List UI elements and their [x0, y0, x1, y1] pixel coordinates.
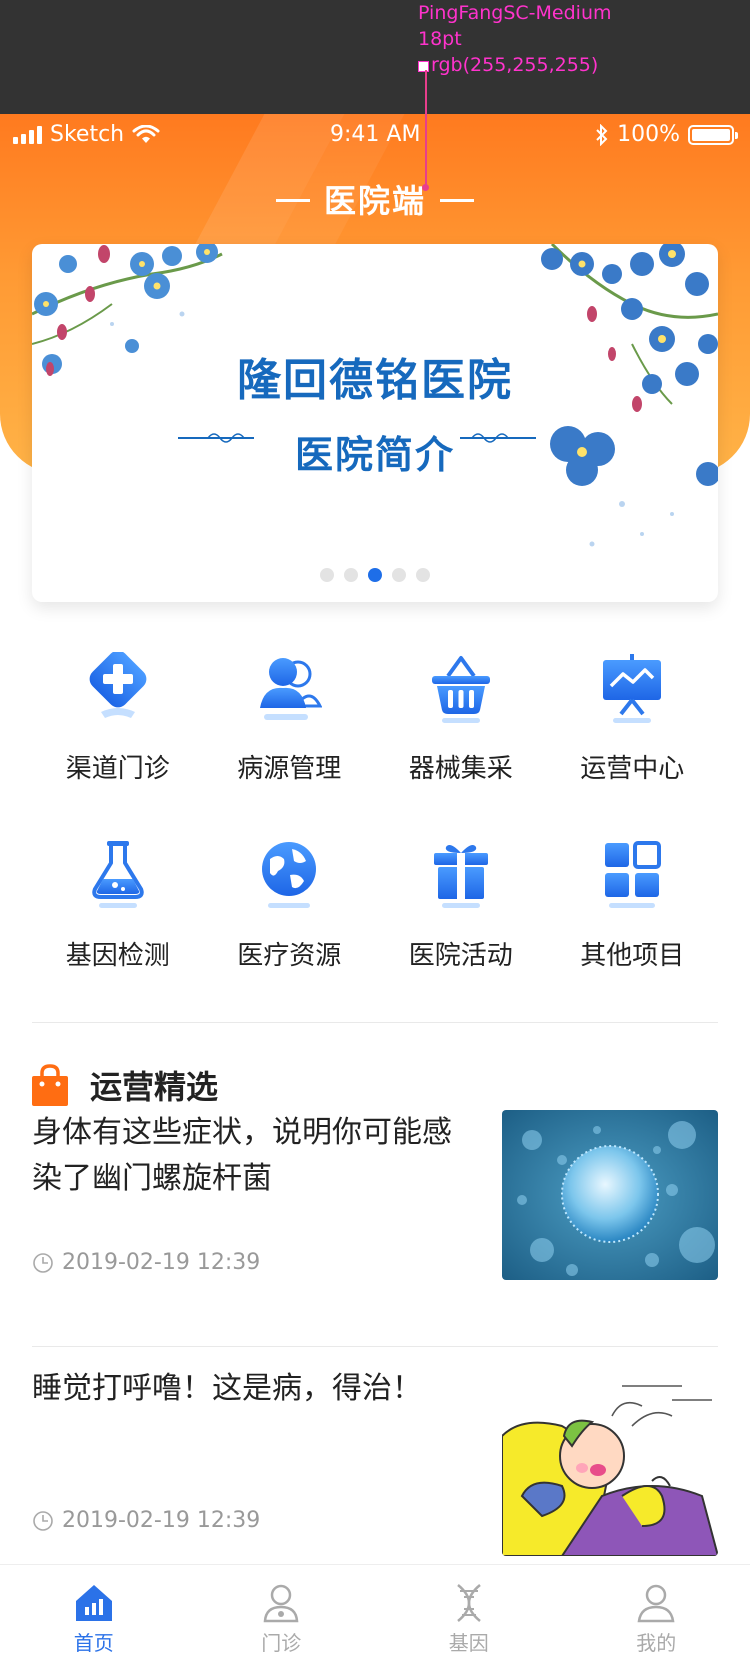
page-title: 医院端	[0, 176, 750, 222]
banner-subtitle: 医院简介	[294, 432, 455, 477]
tab-profile[interactable]: 我的	[563, 1565, 750, 1664]
dna-icon	[456, 1584, 481, 1622]
article-title: 睡觉打呼噜！这是病，得治！	[32, 1371, 422, 1406]
carrier-name: Sketch	[50, 122, 125, 147]
bluetooth-icon	[596, 123, 608, 146]
bottom-tab-bar: 首页 门诊 基因 我的	[0, 1564, 750, 1664]
app-screen: PingFangSC-Medium 18pt rgb(255,255,255) …	[0, 0, 750, 1664]
tab-gene[interactable]: 基因	[375, 1565, 563, 1664]
menu-item-medical-resources[interactable]: 医疗资源	[204, 837, 376, 972]
carousel-dot[interactable]	[392, 568, 406, 582]
carousel-dot[interactable]	[416, 568, 430, 582]
home-chart-icon	[75, 1585, 112, 1621]
carousel-dot-active[interactable]	[368, 568, 382, 582]
tab-label: 基因	[448, 1631, 489, 1655]
article-title: 身体有这些症状，说明你可能感染了幽门螺旋杆菌	[32, 1115, 452, 1196]
article-time: 2019-02-19 12:39	[62, 1508, 261, 1533]
article-thumbnail-bacteria	[502, 1110, 718, 1280]
section-divider	[32, 1022, 718, 1023]
tab-label: 我的	[636, 1631, 677, 1655]
article-meta: 2019-02-19 12:39	[32, 1250, 260, 1275]
menu-item-hospital-events[interactable]: 医院活动	[375, 837, 547, 972]
wifi-icon	[132, 124, 160, 143]
tab-clinic[interactable]: 门诊	[188, 1565, 376, 1664]
color-swatch	[418, 61, 429, 72]
article-item[interactable]: 睡觉打呼噜！这是病，得治！ 2019-02-19 12:39	[32, 1366, 718, 1556]
flask-icon	[78, 837, 158, 917]
section-title: 运营精选	[90, 1068, 219, 1106]
article-item[interactable]: 身体有这些症状，说明你可能感染了幽门螺旋杆菌 2019-02-19 12:39	[32, 1110, 718, 1310]
status-time: 9:41 AM	[330, 122, 421, 147]
menu-item-equipment[interactable]: 器械集采	[375, 650, 547, 785]
globe-icon	[249, 837, 329, 917]
menu-item-other-projects[interactable]: 其他项目	[547, 837, 719, 972]
carousel-dot[interactable]	[320, 568, 334, 582]
tab-home[interactable]: 首页	[0, 1565, 188, 1664]
design-annotation: PingFangSC-Medium 18pt rgb(255,255,255)	[0, 0, 750, 114]
shopping-bag-icon	[32, 1064, 68, 1106]
menu-label: 医院活动	[408, 941, 513, 971]
grid-apps-icon	[592, 837, 672, 917]
tab-label: 门诊	[261, 1631, 302, 1655]
menu-label: 病源管理	[237, 754, 342, 784]
presentation-board-icon	[592, 650, 672, 730]
article-meta: 2019-02-19 12:39	[32, 1508, 260, 1533]
page-title-text: 医院端	[323, 182, 426, 220]
menu-label: 运营中心	[580, 754, 685, 784]
doctor-icon	[263, 1584, 299, 1623]
menu-label: 器械集采	[408, 754, 513, 784]
users-icon	[249, 650, 329, 730]
hero-banner[interactable]: 隆回德铭医院 医院简介	[32, 244, 718, 602]
clock-icon	[33, 1252, 53, 1273]
status-bar: Sketch 9:41 AM 100%	[0, 114, 750, 154]
article-time: 2019-02-19 12:39	[62, 1250, 261, 1275]
annotation-font: PingFangSC-Medium	[418, 2, 612, 24]
article-divider	[32, 1346, 718, 1347]
carousel-indicator[interactable]	[32, 568, 718, 582]
basket-icon	[421, 650, 501, 730]
battery-percent: 100%	[617, 122, 680, 147]
annotation-size: 18pt	[418, 28, 462, 50]
menu-item-gene-test[interactable]: 基因检测	[32, 837, 204, 972]
profile-icon	[637, 1584, 675, 1623]
section-header: 运营精选	[32, 1062, 218, 1108]
annotation-color: rgb(255,255,255)	[431, 54, 599, 76]
menu-label: 医疗资源	[237, 941, 342, 971]
menu-item-operations-center[interactable]: 运营中心	[547, 650, 719, 785]
carousel-dot[interactable]	[344, 568, 358, 582]
medical-cross-icon	[78, 650, 158, 730]
signal-icon	[13, 125, 42, 144]
banner-hospital-name: 隆回德铭医院	[237, 355, 513, 406]
feature-menu: 渠道门诊 病源管理 器械集采 运营中心 基因检测 医疗资源 医院活动 其他项目	[32, 650, 718, 972]
menu-item-patient-source[interactable]: 病源管理	[204, 650, 376, 785]
menu-label: 其他项目	[580, 941, 685, 971]
tab-label: 首页	[73, 1631, 114, 1655]
menu-label: 基因检测	[65, 941, 170, 971]
article-thumbnail-snoring	[502, 1376, 718, 1556]
floral-decoration	[32, 244, 718, 547]
menu-item-channel-clinic[interactable]: 渠道门诊	[32, 650, 204, 785]
clock-icon	[33, 1510, 53, 1531]
battery-icon	[688, 124, 738, 145]
gift-icon	[421, 837, 501, 917]
menu-label: 渠道门诊	[65, 754, 170, 784]
